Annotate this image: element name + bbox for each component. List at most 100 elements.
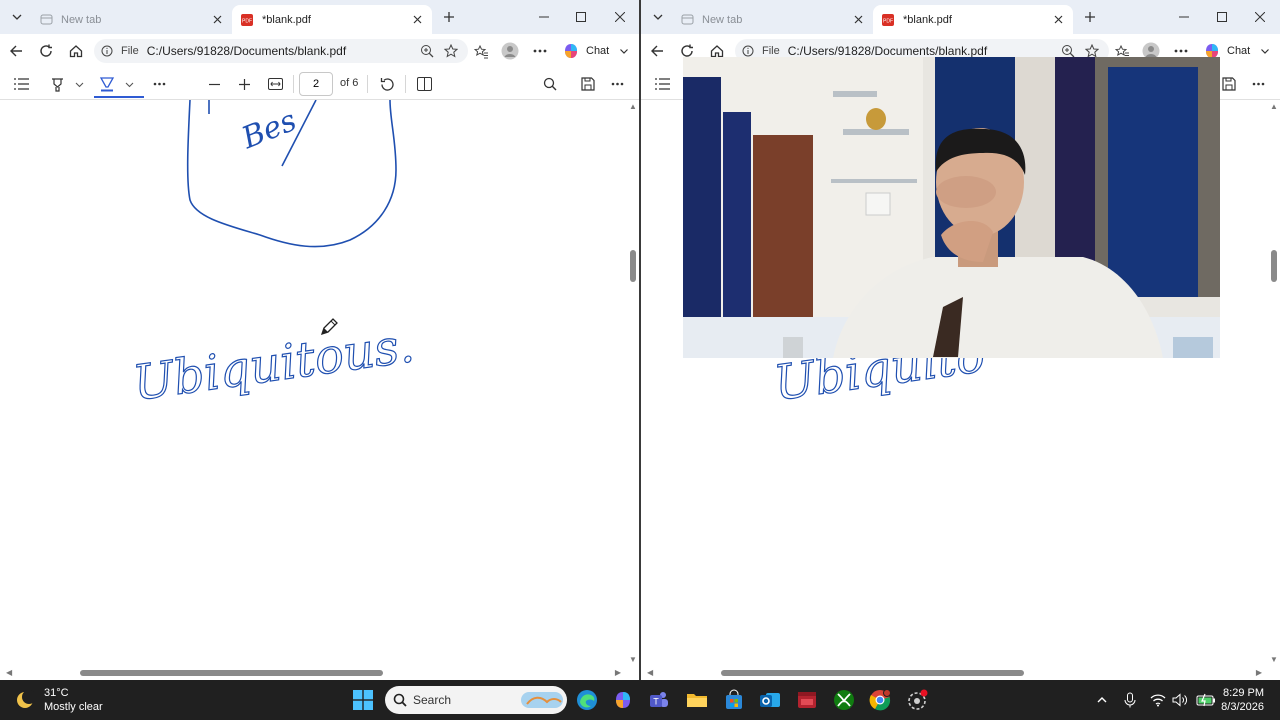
chevron-up-icon[interactable]: [1096, 694, 1108, 706]
vertical-scrollbar[interactable]: ▲ ▼: [627, 100, 639, 666]
taskbar-xbox[interactable]: [831, 687, 857, 713]
tab-new-tab[interactable]: New tab: [32, 5, 232, 34]
tab-blank-pdf[interactable]: PDF *blank.pdf: [873, 5, 1073, 34]
favorite-star-icon[interactable]: [1085, 44, 1099, 58]
scroll-right-arrow[interactable]: ▶: [1256, 668, 1262, 677]
more-tools-button[interactable]: [148, 73, 170, 95]
taskbar-file-explorer[interactable]: [684, 687, 710, 713]
scroll-up-arrow[interactable]: ▲: [1270, 102, 1278, 111]
back-button[interactable]: [5, 40, 27, 62]
favorites-list-icon: [473, 44, 488, 58]
save-button[interactable]: [1218, 73, 1240, 95]
pdf-more-options-button[interactable]: [1247, 73, 1269, 95]
copilot-icon: [565, 44, 577, 58]
battery-charging-icon[interactable]: [1196, 693, 1216, 707]
copilot-chat-button[interactable]: Chat: [562, 41, 629, 61]
save-icon: [1222, 77, 1236, 91]
find-button[interactable]: [539, 73, 561, 95]
scroll-down-arrow[interactable]: ▼: [629, 655, 637, 664]
horizontal-scroll-thumb[interactable]: [80, 670, 383, 676]
pdf-more-options-button[interactable]: [606, 73, 628, 95]
maximize-button[interactable]: [1210, 7, 1234, 27]
maximize-button[interactable]: [569, 7, 593, 27]
rotate-button[interactable]: [376, 73, 398, 95]
contents-button[interactable]: [651, 73, 673, 95]
back-button[interactable]: [646, 40, 668, 62]
taskbar-search-box[interactable]: Search: [385, 686, 567, 714]
scroll-down-arrow[interactable]: ▼: [1270, 655, 1278, 664]
highlight-button[interactable]: [46, 73, 68, 95]
tab-actions-menu-button[interactable]: [647, 7, 669, 27]
draw-button[interactable]: [96, 73, 118, 95]
taskbar-app-red[interactable]: [794, 687, 820, 713]
save-button[interactable]: [577, 73, 599, 95]
taskbar-chrome[interactable]: [867, 687, 893, 713]
pdf-document-canvas[interactable]: Bes Ubiquitous.: [0, 100, 627, 666]
horizontal-scroll-thumb[interactable]: [721, 670, 1024, 676]
chevron-down-icon: [620, 49, 629, 54]
highlight-options-dropdown[interactable]: [68, 73, 90, 95]
wifi-icon[interactable]: [1150, 693, 1166, 707]
horizontal-scrollbar[interactable]: ◀ ▶: [0, 666, 639, 680]
zoom-in-button[interactable]: [233, 73, 255, 95]
contents-button[interactable]: [10, 73, 32, 95]
weather-temperature: 31°C: [44, 687, 69, 699]
scroll-up-arrow[interactable]: ▲: [629, 102, 637, 111]
new-tab-button[interactable]: [439, 7, 459, 27]
close-window-button[interactable]: [608, 7, 632, 27]
tab-close-button[interactable]: [210, 12, 224, 26]
close-window-button[interactable]: [1248, 7, 1272, 27]
zoom-out-button[interactable]: [203, 73, 225, 95]
start-button[interactable]: [350, 687, 376, 713]
page-view-button[interactable]: [413, 73, 435, 95]
vertical-scroll-thumb[interactable]: [1271, 250, 1277, 282]
favorite-star-icon[interactable]: [444, 44, 458, 58]
microphone-icon[interactable]: [1124, 692, 1136, 708]
copilot-icon: [616, 692, 630, 708]
draw-options-dropdown[interactable]: [118, 73, 140, 95]
taskbar-clock[interactable]: 8:29 PM 8/3/2026: [1221, 686, 1264, 714]
pdf-file-icon: PDF: [882, 13, 894, 26]
fit-to-width-button[interactable]: [264, 73, 286, 95]
page-number-input[interactable]: 2: [299, 72, 333, 96]
volume-icon[interactable]: [1172, 693, 1188, 707]
url-field[interactable]: File C:/Users/91828/Documents/blank.pdf: [94, 39, 468, 63]
windows-logo-icon: [353, 690, 373, 710]
tab-close-button[interactable]: [851, 12, 865, 26]
scroll-left-arrow[interactable]: ◀: [6, 668, 12, 677]
scheme-label: File: [762, 45, 780, 57]
vertical-scroll-thumb[interactable]: [630, 250, 636, 282]
tab-new-tab[interactable]: New tab: [673, 5, 873, 34]
zoom-icon[interactable]: [1061, 44, 1075, 58]
tab-close-button[interactable]: [410, 12, 424, 26]
vertical-scrollbar[interactable]: ▲ ▼: [1268, 100, 1280, 666]
settings-more-button[interactable]: [529, 40, 551, 62]
zoom-icon[interactable]: [420, 44, 434, 58]
taskbar-teams[interactable]: T: [646, 687, 672, 713]
weather-condition: Mostly clear: [44, 701, 103, 713]
favorites-button[interactable]: [470, 40, 492, 62]
profile-button[interactable]: [499, 40, 521, 62]
minimize-button[interactable]: [1172, 7, 1196, 27]
weather-widget[interactable]: 31°C Mostly clear: [14, 686, 103, 714]
taskbar-copilot[interactable]: [610, 687, 636, 713]
close-icon: [213, 15, 221, 23]
taskbar-outlook[interactable]: [757, 687, 783, 713]
scroll-left-arrow[interactable]: ◀: [647, 668, 653, 677]
taskbar-recorder-app[interactable]: [904, 687, 930, 713]
home-button[interactable]: [65, 40, 87, 62]
taskbar-microsoft-store[interactable]: [721, 687, 747, 713]
minus-icon: [208, 83, 220, 85]
horizontal-scrollbar[interactable]: ◀ ▶: [641, 666, 1280, 680]
taskbar-edge[interactable]: [574, 687, 600, 713]
tab-actions-menu-button[interactable]: [6, 7, 28, 27]
minimize-button[interactable]: [532, 7, 556, 27]
edge-browser-icon: [577, 690, 597, 710]
refresh-button[interactable]: [35, 40, 57, 62]
new-tab-button[interactable]: [1080, 7, 1100, 27]
webcam-video-overlay[interactable]: [683, 57, 1220, 358]
list-icon: [654, 78, 670, 90]
tab-blank-pdf[interactable]: PDF *blank.pdf: [232, 5, 432, 34]
scroll-right-arrow[interactable]: ▶: [615, 668, 621, 677]
tab-close-button[interactable]: [1051, 12, 1065, 26]
